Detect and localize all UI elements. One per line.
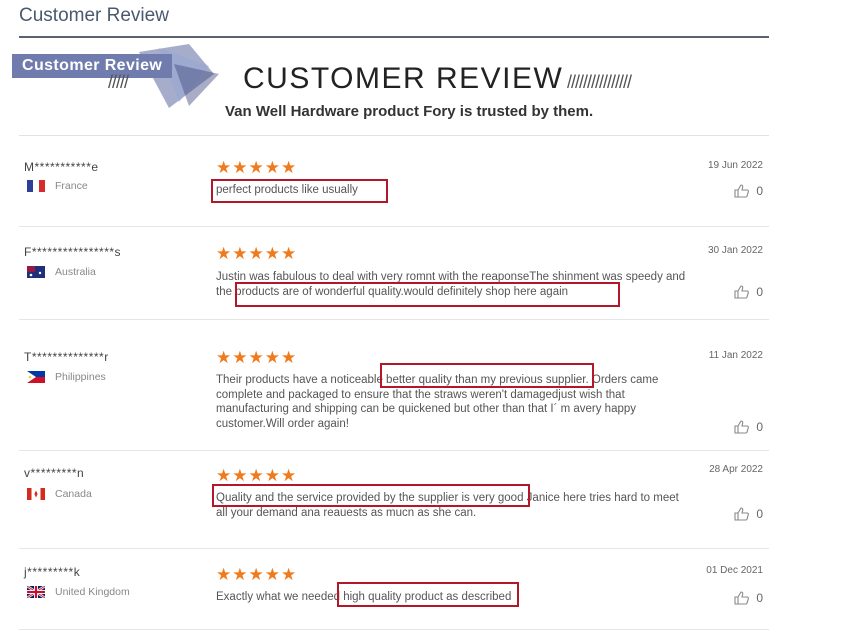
- flag-uk-icon: [27, 586, 45, 598]
- flag-canada-icon: [27, 488, 45, 500]
- highlight-box: [211, 179, 388, 203]
- review-item: T**************r Philippines ★★★★★ Their…: [19, 320, 769, 451]
- country-label: France: [55, 180, 88, 192]
- highlight-box: [235, 282, 620, 307]
- review-date: 30 Jan 2022: [707, 245, 763, 256]
- reviewer-name: F****************s: [24, 245, 122, 259]
- review-item: j*********k United Kingdom ★★★★★ Exactly…: [19, 549, 769, 630]
- country-label: Australia: [55, 266, 96, 278]
- like-count: 0: [756, 507, 763, 521]
- thumbs-up-icon: [734, 591, 750, 605]
- review-date: 11 Jan 2022: [708, 350, 763, 361]
- review-date: 28 Apr 2022: [709, 464, 763, 475]
- country-label: Canada: [55, 488, 92, 500]
- star-rating: ★★★★★: [216, 158, 298, 177]
- review-date: 19 Jun 2022: [707, 160, 763, 171]
- banner-slashes-right: ////////////////: [567, 72, 632, 92]
- reviewer-name: T**************r: [24, 350, 109, 364]
- star-rating: ★★★★★: [216, 565, 298, 584]
- flag-australia-icon: [27, 266, 45, 278]
- reviewer-country: Australia: [27, 266, 96, 278]
- banner-ribbon: Customer Review: [12, 54, 173, 78]
- banner-subtitle: Van Well Hardware product Fory is truste…: [225, 103, 594, 120]
- review-item: v*********n Canada ★★★★★ Quality and the…: [19, 451, 769, 549]
- highlight-box: [212, 484, 530, 507]
- like-button[interactable]: 0: [734, 285, 763, 299]
- banner-slashes-left: /////: [108, 72, 129, 92]
- country-label: Philippines: [55, 371, 106, 383]
- flag-france-icon: [27, 180, 45, 192]
- thumbs-up-icon: [734, 285, 750, 299]
- flag-philippines-icon: [27, 371, 45, 383]
- like-button[interactable]: 0: [734, 591, 763, 605]
- thumbs-up-icon: [734, 507, 750, 521]
- thumbs-up-icon: [734, 420, 750, 434]
- hero-title: CUSTOMER REVIEW: [243, 62, 564, 95]
- highlight-box: [337, 582, 519, 607]
- like-count: 0: [756, 184, 763, 198]
- reviewer-country: Canada: [27, 488, 92, 500]
- reviewer-name: M***********e: [24, 160, 99, 174]
- review-date: 01 Dec 2021: [706, 565, 763, 576]
- title-divider: [19, 36, 769, 38]
- thumbs-up-icon: [734, 184, 750, 198]
- like-count: 0: [756, 420, 763, 434]
- like-count: 0: [756, 285, 763, 299]
- like-button[interactable]: 0: [734, 507, 763, 521]
- reviewer-country: France: [27, 180, 88, 192]
- reviewer-name: v*********n: [24, 466, 85, 480]
- review-item: M***********e France ★★★★★ perfect produ…: [19, 136, 769, 227]
- review-item: F****************s Australia ★★★★★ Justi…: [19, 227, 769, 320]
- section-title: Customer Review: [19, 5, 169, 26]
- star-rating: ★★★★★: [216, 348, 298, 367]
- highlight-box: [380, 363, 594, 388]
- star-rating: ★★★★★: [216, 466, 298, 485]
- star-rating: ★★★★★: [216, 244, 298, 263]
- country-label: United Kingdom: [55, 586, 130, 598]
- reviewer-name: j*********k: [24, 565, 81, 579]
- like-button[interactable]: 0: [734, 420, 763, 434]
- like-button[interactable]: 0: [734, 184, 763, 198]
- reviewer-country: United Kingdom: [27, 586, 130, 598]
- like-count: 0: [756, 591, 763, 605]
- reviewer-country: Philippines: [27, 371, 106, 383]
